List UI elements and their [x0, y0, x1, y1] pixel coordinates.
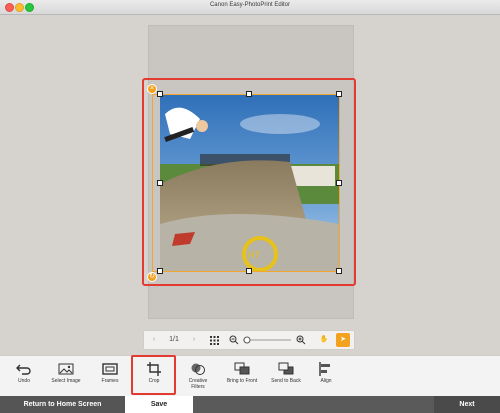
undo-icon: [16, 364, 31, 375]
resize-handle-bottom-left[interactable]: [157, 268, 163, 274]
creative-filters-icon: [191, 363, 205, 375]
rotate-item-icon[interactable]: ↻: [147, 272, 157, 282]
resize-handle-left[interactable]: [157, 180, 163, 186]
undo-button[interactable]: Undo: [2, 358, 46, 396]
resize-handle-top-left[interactable]: [157, 91, 163, 97]
select-tool-icon[interactable]: ➤: [336, 333, 350, 347]
title-bar: Canon Easy-PhotoPrint Editor: [0, 0, 500, 15]
align-icon: [319, 362, 330, 376]
delete-item-icon[interactable]: ×: [147, 84, 157, 94]
resize-handle-top[interactable]: [246, 91, 252, 97]
creative-filters-button[interactable]: Creative Filters: [176, 358, 220, 396]
page-indicator: 1/1: [169, 336, 179, 343]
frames-button[interactable]: Frames: [88, 358, 132, 396]
next-button[interactable]: Next: [434, 396, 500, 413]
bottom-bar: Return to Home Screen Save Next: [0, 396, 500, 413]
resize-handle-bottom-right[interactable]: [336, 268, 342, 274]
return-to-home-screen-button[interactable]: Return to Home Screen: [0, 396, 125, 413]
previous-page-icon[interactable]: ‹: [148, 333, 160, 347]
hand-tool-icon[interactable]: ✋: [318, 333, 330, 347]
align-button[interactable]: Align: [304, 358, 348, 396]
send-to-back-button[interactable]: Send to Back: [264, 358, 308, 396]
select-image-button[interactable]: Select Image: [44, 358, 88, 396]
zoom-in-icon[interactable]: [295, 333, 307, 347]
send-to-back-icon: [278, 362, 294, 375]
select-image-icon: [58, 363, 74, 375]
edit-toolbar: Undo Select Image Frames Crop Creative F…: [0, 355, 500, 397]
crop-button-highlight: [131, 355, 176, 395]
bring-to-front-icon: [234, 362, 250, 375]
grid-view-icon[interactable]: [208, 333, 220, 347]
page-navigation-bar: ‹ 1/1 › ✋ ➤: [143, 330, 355, 350]
resize-handle-top-right[interactable]: [336, 91, 342, 97]
frames-icon: [102, 363, 118, 375]
zoom-slider[interactable]: [241, 333, 293, 347]
window-title: Canon Easy-PhotoPrint Editor: [209, 2, 291, 8]
save-button[interactable]: Save: [125, 396, 193, 413]
resize-handle-bottom[interactable]: [246, 268, 252, 274]
bring-to-front-button[interactable]: Bring to Front: [220, 358, 264, 396]
next-page-icon[interactable]: ›: [188, 333, 200, 347]
resize-handle-right[interactable]: [336, 180, 342, 186]
selection-highlight: [142, 78, 356, 286]
zoom-out-icon[interactable]: [228, 333, 240, 347]
